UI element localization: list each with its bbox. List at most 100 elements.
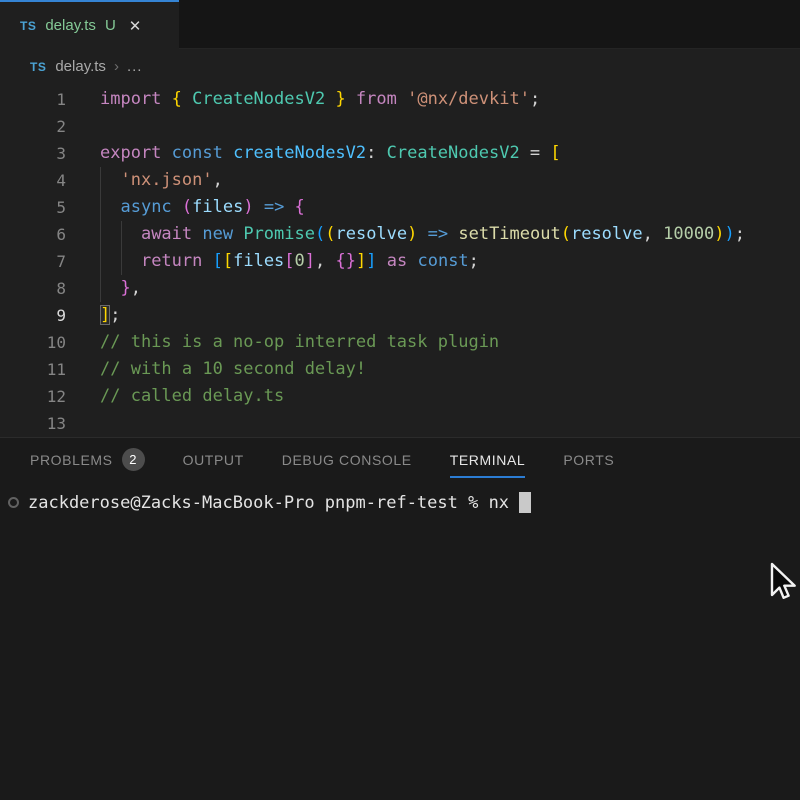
panel-tab-output[interactable]: OUTPUT [183, 438, 244, 481]
code-token: 0 [295, 251, 305, 271]
panel-tab-label: PROBLEMS [30, 452, 113, 468]
code-line[interactable]: 10 // this is a no-op interred task plugi… [0, 329, 800, 356]
code-token: as [387, 251, 418, 271]
panel-tab-terminal[interactable]: TERMINAL [450, 438, 526, 481]
code-line[interactable]: 6 await new Promise((resolve) => setTime… [0, 221, 800, 248]
code-token: resolve [335, 224, 407, 244]
code-text: import { CreateNodesV2 } from '@nx/devki… [66, 86, 540, 113]
code-token: ) [725, 224, 735, 244]
terminal-prompt-row: zackderose@Zacks-MacBook-Pro pnpm-ref-te… [0, 489, 800, 516]
code-text: return [[files[0], {}]] as const; [66, 248, 479, 275]
code-line[interactable]: 2 [0, 113, 800, 140]
line-number: 13 [0, 410, 66, 437]
panel-tab-label: PORTS [563, 452, 614, 468]
code-token: } [120, 278, 130, 298]
breadcrumb-symbol-ellipsis[interactable]: ... [127, 58, 143, 75]
code-token: resolve [571, 224, 643, 244]
problems-count-badge: 2 [122, 448, 145, 471]
line-number: 3 [0, 140, 66, 167]
code-text: // with a 10 second delay! [66, 356, 366, 383]
indent-guide [100, 167, 101, 302]
code-token: const [172, 143, 233, 163]
code-token: // with a 10 second delay! [100, 359, 366, 379]
panel-tab-ports[interactable]: PORTS [563, 438, 614, 481]
code-token: { [172, 89, 192, 109]
line-number: 4 [0, 167, 66, 194]
git-untracked-badge: U [105, 17, 116, 34]
code-token: => [264, 197, 295, 217]
code-token: ] [100, 305, 110, 325]
code-token: CreateNodesV2 [192, 89, 335, 109]
code-token: ( [182, 197, 192, 217]
breadcrumb: TS delay.ts › ... [0, 49, 800, 84]
code-token: // called delay.ts [100, 386, 284, 406]
code-token: files [192, 197, 243, 217]
line-number: 11 [0, 356, 66, 383]
code-line[interactable]: 8 }, [0, 275, 800, 302]
code-token: import [100, 89, 172, 109]
line-number: 1 [0, 86, 66, 113]
code-line[interactable]: 12// called delay.ts [0, 383, 800, 410]
code-token: async [120, 197, 181, 217]
code-token: ; [530, 89, 540, 109]
terminal-block-cursor [519, 492, 531, 513]
tab-delay-ts[interactable]: TS delay.ts U ✕ [0, 0, 179, 49]
code-token: [ [550, 143, 560, 163]
line-number: 2 [0, 113, 66, 140]
code-token: [ [213, 251, 223, 271]
code-token: 'nx.json' [120, 170, 212, 190]
line-number: 7 [0, 248, 66, 275]
code-text: // this is a no-op interred task plugin [66, 329, 499, 356]
code-editor[interactable]: 1import { CreateNodesV2 } from '@nx/devk… [0, 84, 800, 437]
code-line[interactable]: 5 async (files) => { [0, 194, 800, 221]
close-icon[interactable]: ✕ [129, 17, 142, 35]
panel-tab-problems[interactable]: PROBLEMS 2 [30, 438, 145, 481]
code-line[interactable]: 1import { CreateNodesV2 } from '@nx/devk… [0, 86, 800, 113]
code-line[interactable]: 11 // with a 10 second delay! [0, 356, 800, 383]
code-token [100, 197, 120, 217]
panel-tab-debug-console[interactable]: DEBUG CONSOLE [282, 438, 412, 481]
code-token: 10000 [663, 224, 714, 244]
typescript-file-icon: TS [20, 19, 36, 33]
code-token: ; [735, 224, 745, 244]
code-token: [ [284, 251, 294, 271]
line-number: 9 [0, 302, 66, 329]
indent-guide [121, 221, 122, 275]
chevron-right-icon: › [114, 58, 119, 75]
code-line[interactable]: 7 return [[files[0], {}]] as const; [0, 248, 800, 275]
code-token: { [295, 197, 305, 217]
line-number: 10 [0, 329, 66, 356]
code-token: ( [325, 224, 335, 244]
command-decoration-circle-icon [8, 497, 19, 508]
panel-tab-label: DEBUG CONSOLE [282, 452, 412, 468]
code-token: ; [469, 251, 479, 271]
terminal-prompt-text: zackderose@Zacks-MacBook-Pro pnpm-ref-te… [28, 493, 519, 513]
code-token: {} [336, 251, 356, 271]
code-line[interactable]: 13 [0, 410, 800, 437]
code-token [417, 224, 427, 244]
code-token: [ [223, 251, 233, 271]
tab-file-name: delay.ts [45, 17, 96, 34]
code-token: '@nx/devkit' [407, 89, 530, 109]
panel-tab-label: TERMINAL [450, 452, 526, 468]
code-token: // this is a no-op interred task plugin [100, 332, 499, 352]
code-token: CreateNodesV2 [387, 143, 520, 163]
typescript-file-icon: TS [30, 60, 46, 74]
code-text: async (files) => { [66, 194, 305, 221]
code-token: , [315, 251, 335, 271]
breadcrumb-file-name[interactable]: delay.ts [55, 58, 106, 75]
code-token [377, 251, 387, 271]
panel-tab-label: OUTPUT [183, 452, 244, 468]
code-line[interactable]: 3export const createNodesV2: CreateNodes… [0, 140, 800, 167]
bottom-panel: PROBLEMS 2 OUTPUT DEBUG CONSOLE TERMINAL PORT… [0, 437, 800, 800]
code-token [100, 278, 120, 298]
code-line[interactable]: 4 'nx.json', [0, 167, 800, 194]
code-text: ]; [66, 302, 121, 329]
code-token: : [366, 143, 386, 163]
code-line[interactable]: 9]; [0, 302, 800, 329]
code-token: ] [366, 251, 376, 271]
terminal[interactable]: zackderose@Zacks-MacBook-Pro pnpm-ref-te… [0, 481, 800, 516]
code-token: ] [356, 251, 366, 271]
code-token: } [335, 89, 355, 109]
code-token: => [428, 224, 459, 244]
